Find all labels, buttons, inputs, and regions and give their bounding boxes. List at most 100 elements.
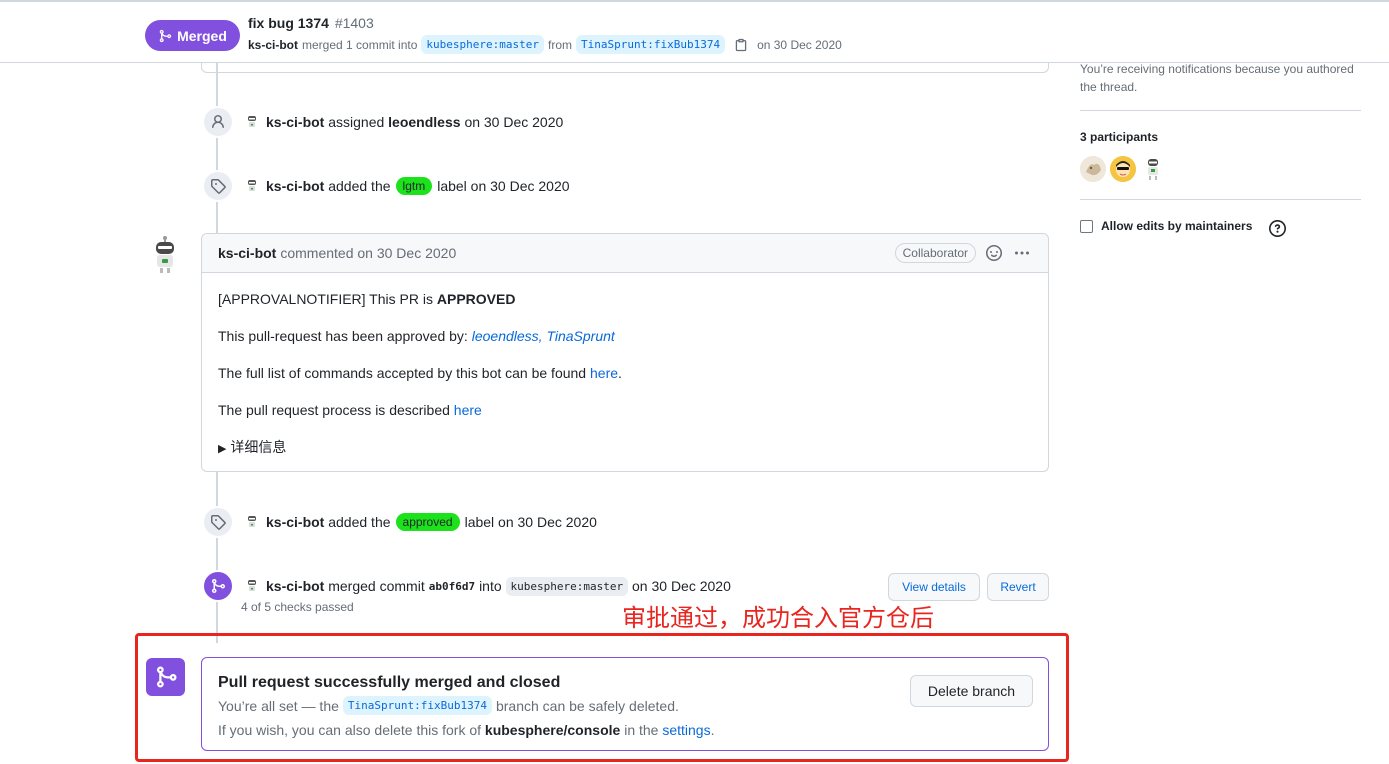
tag-icon — [202, 506, 234, 538]
revert-button[interactable]: Revert — [987, 573, 1049, 601]
process-here-link[interactable]: here — [454, 402, 482, 418]
assignee-link[interactable]: leoendless — [388, 114, 460, 130]
comment-author[interactable]: ks-ci-bot — [218, 245, 276, 261]
label-lgtm[interactable]: lgtm — [395, 177, 433, 195]
line1-suffix: branch can be safely deleted. — [495, 697, 679, 714]
merge-icon — [156, 666, 177, 688]
question-icon[interactable] — [1269, 220, 1286, 237]
annotation-text: 审批通过，成功合入官方仓后 — [622, 604, 934, 632]
event-actor[interactable]: ks-ci-bot — [266, 178, 324, 194]
merge-status-line2: If you wish, you can also delete this fo… — [218, 722, 714, 738]
checks-status[interactable]: 4 of 5 checks passed — [241, 600, 354, 614]
bot-avatar[interactable] — [244, 178, 260, 194]
line2-prefix: If you wish, you can also delete this fo… — [218, 722, 482, 738]
tag-icon — [202, 170, 234, 202]
timeline-event-label-approved: ks-ci-bot added the approved label on 30… — [202, 506, 597, 538]
participant-avatar[interactable] — [1140, 156, 1166, 182]
comment-header: ks-ci-bot commented on 30 Dec 2020 Colla… — [202, 234, 1048, 273]
merge-status-icon — [146, 658, 185, 696]
comment-timestamp[interactable]: commented on 30 Dec 2020 — [280, 245, 456, 261]
smiley-icon[interactable] — [984, 243, 1004, 263]
event-actor[interactable]: ks-ci-bot — [266, 514, 324, 530]
comment-paragraph-approvers: This pull-request has been approved by: … — [218, 328, 1032, 344]
merge-status-line1: You’re all set — the TinaSprunt:fixBub13… — [218, 696, 679, 715]
participants-avatars — [1080, 156, 1166, 182]
line2-mid: in the — [624, 722, 659, 738]
allow-edits-label: Allow edits by maintainers — [1101, 219, 1253, 233]
from-text: from — [548, 37, 572, 52]
commands-suffix: . — [618, 365, 622, 381]
participant-avatar[interactable] — [1110, 156, 1136, 182]
merged-status-label: Merged — [177, 27, 227, 44]
event-action: merged commit — [328, 578, 425, 594]
collaborator-badge: Collaborator — [894, 243, 976, 263]
allow-edits-option[interactable]: Allow edits by maintainers — [1080, 219, 1252, 233]
copy-icon[interactable] — [733, 37, 749, 53]
event-date: on 30 Dec 2020 — [632, 578, 731, 594]
pr-number: #1403 — [334, 15, 374, 31]
status-text: [APPROVALNOTIFIER] This PR is — [218, 291, 433, 307]
commands-text: The full list of commands accepted by th… — [218, 365, 587, 381]
bot-avatar[interactable] — [244, 114, 260, 130]
comment-paragraph-process: The pull request process is described he… — [218, 402, 1032, 418]
event-actor[interactable]: ks-ci-bot — [266, 114, 324, 130]
bot-avatar[interactable] — [244, 578, 260, 594]
fork-branch[interactable]: TinaSprunt:fixBub1374 — [342, 696, 492, 715]
head-branch[interactable]: TinaSprunt:fixBub1374 — [576, 35, 726, 54]
bot-avatar[interactable] — [244, 514, 260, 530]
label-approved[interactable]: approved — [395, 513, 460, 531]
kebab-menu-icon[interactable] — [1012, 243, 1032, 263]
merge-date: on 30 Dec 2020 — [757, 37, 842, 52]
participants-heading: 3 participants — [1080, 130, 1159, 144]
timeline-event-label-lgtm: ks-ci-bot added the lgtm label on 30 Dec… — [202, 170, 570, 202]
comment-paragraph-status: [APPROVALNOTIFIER] This PR is APPROVED — [218, 291, 1032, 307]
repo-name: kubesphere/console — [484, 722, 621, 738]
notification-notice: You’re receiving notifications because y… — [1080, 62, 1354, 94]
sticky-header: Merged fix bug 1374 #1403 ks-ci-bot merg… — [0, 0, 1389, 63]
approver-link-tinasprunt[interactable]: TinaSprunt — [546, 328, 614, 344]
merge-status-title: Pull request successfully merged and clo… — [218, 674, 561, 691]
timeline-event-assigned: ks-ci-bot assigned leoendless on 30 Dec … — [202, 106, 564, 138]
merge-status-box: Pull request successfully merged and clo… — [201, 657, 1049, 751]
event-suffix: label on 30 Dec 2020 — [437, 178, 570, 194]
person-icon — [202, 106, 234, 138]
merged-status-badge: Merged — [145, 20, 240, 51]
allow-edits-checkbox[interactable] — [1080, 219, 1093, 233]
merge-icon — [202, 570, 234, 602]
merge-icon — [159, 29, 172, 42]
event-action: added the — [328, 514, 391, 530]
comment-body: [APPROVALNOTIFIER] This PR is APPROVED T… — [202, 273, 1048, 457]
commands-here-link[interactable]: here — [590, 365, 618, 381]
event-actor[interactable]: ks-ci-bot — [266, 578, 324, 594]
event-suffix: label on 30 Dec 2020 — [464, 514, 597, 530]
pr-merge-summary: ks-ci-bot merged 1 commit into kubespher… — [248, 35, 842, 54]
process-text: The pull request process is described — [218, 402, 450, 418]
merged-into-branch[interactable]: kubesphere:master — [505, 576, 629, 596]
approver-link-leoendless[interactable]: leoendless — [472, 328, 539, 344]
approver-separator: , — [538, 328, 543, 344]
pr-title-text: fix bug 1374 — [248, 15, 329, 31]
merged-text: merged 1 commit into — [302, 37, 418, 52]
line2-suffix: . — [710, 722, 715, 738]
pr-title: fix bug 1374 #1403 — [248, 15, 374, 31]
event-date: on 30 Dec 2020 — [464, 114, 564, 130]
view-details-button[interactable]: View details — [888, 573, 980, 601]
commit-sha-link[interactable]: ab0f6d7 — [429, 580, 475, 593]
delete-branch-button[interactable]: Delete branch — [910, 675, 1033, 707]
comment-box: ks-ci-bot commented on 30 Dec 2020 Colla… — [201, 233, 1049, 472]
comment-paragraph-commands: The full list of commands accepted by th… — [218, 365, 1032, 381]
base-branch[interactable]: kubesphere:master — [421, 35, 544, 54]
details-label: 详细信息 — [230, 439, 287, 455]
disclosure-triangle-icon: ▶ — [218, 443, 227, 455]
event-action: added the — [328, 178, 391, 194]
settings-link[interactable]: settings — [662, 722, 710, 738]
approvers-text: This pull-request has been approved by: — [218, 328, 468, 344]
pr-author-link[interactable]: ks-ci-bot — [248, 38, 298, 52]
line1-prefix: You’re all set — the — [218, 697, 339, 714]
participant-avatar[interactable] — [1080, 156, 1106, 182]
details-toggle[interactable]: ▶ 详细信息 — [218, 439, 1032, 457]
into-text: into — [479, 578, 502, 594]
bot-comment-avatar[interactable] — [150, 234, 180, 274]
event-action: assigned — [328, 114, 385, 130]
sidebar-divider — [1080, 110, 1361, 111]
